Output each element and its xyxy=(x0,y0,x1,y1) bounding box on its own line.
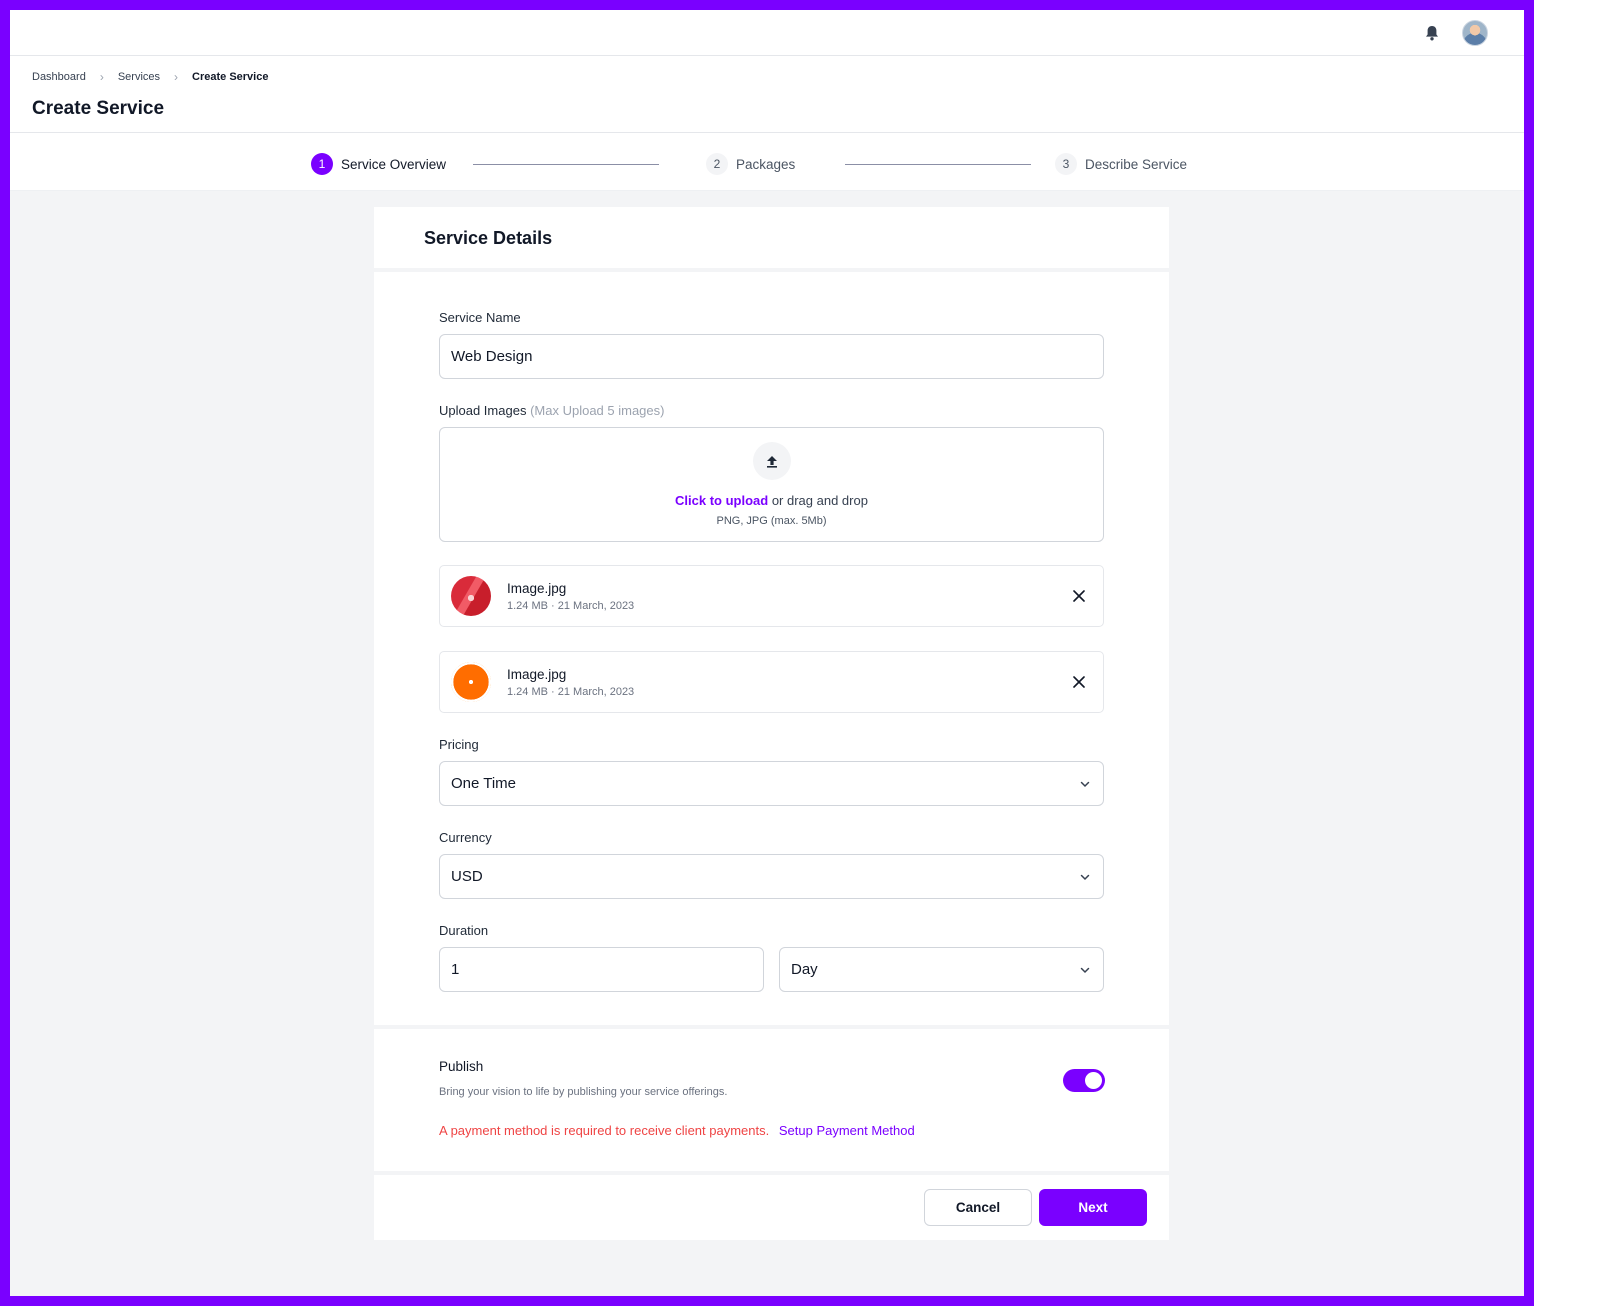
duration-amount-input[interactable]: 1 xyxy=(439,947,764,992)
page-title: Create Service xyxy=(32,98,165,119)
section-title: Service Details xyxy=(424,228,553,248)
user-avatar[interactable] xyxy=(1462,19,1488,46)
uploaded-file-item: Image.jpg 1.24 MB · 21 March, 2023 xyxy=(439,565,1104,627)
service-name-input[interactable]: Web Design xyxy=(439,334,1104,379)
cancel-button[interactable]: Cancel xyxy=(924,1189,1032,1226)
setup-payment-link[interactable]: Setup Payment Method xyxy=(779,1123,915,1138)
pricing-select[interactable]: One Time xyxy=(439,761,1104,806)
upload-icon xyxy=(752,442,791,480)
service-name-value: Web Design xyxy=(451,348,533,365)
chevron-down-icon xyxy=(1080,874,1090,880)
app-window: Dashboard › Services › Create Service Cr… xyxy=(10,10,1524,1296)
service-name-label: Service Name xyxy=(439,310,521,325)
stepper: 1 Service Overview 2 Packages 3 Describe… xyxy=(10,133,1524,191)
breadcrumb-create-service: Create Service xyxy=(192,71,269,83)
duration-amount-value: 1 xyxy=(451,961,460,978)
step-number: 1 xyxy=(311,153,333,175)
breadcrumb-services[interactable]: Services xyxy=(118,71,160,83)
drag-drop-text: or drag and drop xyxy=(771,493,868,508)
step-connector xyxy=(473,164,659,165)
chevron-right-icon: › xyxy=(174,70,179,84)
upload-dropzone[interactable]: Click to upload or drag and drop PNG, JP… xyxy=(439,427,1104,542)
file-name: Image.jpg xyxy=(507,580,567,596)
file-thumbnail xyxy=(451,662,491,702)
step-connector xyxy=(845,164,1031,165)
pricing-value: One Time xyxy=(451,775,517,792)
toggle-knob xyxy=(1085,1072,1102,1089)
file-meta: 1.24 MB · 21 March, 2023 xyxy=(507,599,635,612)
currency-label: Currency xyxy=(439,830,492,845)
duration-label: Duration xyxy=(439,923,489,938)
step-label: Describe Service xyxy=(1085,156,1188,172)
step-packages[interactable]: 2 Packages xyxy=(706,153,795,175)
file-meta: 1.24 MB · 21 March, 2023 xyxy=(507,685,635,698)
uploaded-file-item: Image.jpg 1.24 MB · 21 March, 2023 xyxy=(439,651,1104,713)
service-details-header: Service Details xyxy=(374,207,1169,268)
file-info: Image.jpg 1.24 MB · 21 March, 2023 xyxy=(507,667,634,698)
step-label: Packages xyxy=(736,156,796,172)
outer-frame: Dashboard › Services › Create Service Cr… xyxy=(0,0,1534,1306)
form-footer: Cancel Next xyxy=(374,1175,1169,1240)
breadcrumb-dashboard[interactable]: Dashboard xyxy=(32,71,86,83)
publish-toggle[interactable] xyxy=(1063,1069,1105,1092)
pricing-label: Pricing xyxy=(439,737,479,752)
file-thumbnail xyxy=(451,576,491,616)
publish-title: Publish xyxy=(439,1059,484,1074)
step-service-overview[interactable]: 1 Service Overview xyxy=(311,153,446,175)
publish-description: Bring your vision to life by publishing … xyxy=(439,1086,728,1098)
click-to-upload-link[interactable]: Click to upload xyxy=(675,493,768,508)
chevron-down-icon xyxy=(1080,781,1090,787)
publish-section: Publish Bring your vision to life by pub… xyxy=(374,1029,1169,1171)
next-button[interactable]: Next xyxy=(1039,1189,1147,1226)
payment-warning: A payment method is required to receive … xyxy=(439,1123,915,1138)
close-icon[interactable] xyxy=(1069,586,1089,606)
duration-unit-value: Day xyxy=(791,961,818,978)
bell-icon[interactable] xyxy=(1422,23,1442,43)
page-header: Dashboard › Services › Create Service Cr… xyxy=(10,56,1524,133)
upload-instructions: Click to upload or drag and drop xyxy=(440,493,1103,508)
step-number: 2 xyxy=(706,153,728,175)
step-describe-service[interactable]: 3 Describe Service xyxy=(1055,153,1187,175)
step-label: Service Overview xyxy=(341,156,447,172)
top-bar xyxy=(10,10,1524,56)
duration-unit-select[interactable]: Day xyxy=(779,947,1104,992)
upload-hint: (Max Upload 5 images) xyxy=(530,403,665,418)
payment-warning-text: A payment method is required to receive … xyxy=(439,1123,770,1138)
upload-label-text: Upload Images xyxy=(439,403,527,418)
upload-images-label: Upload Images (Max Upload 5 images) xyxy=(439,403,664,418)
file-name: Image.jpg xyxy=(507,666,567,682)
close-icon[interactable] xyxy=(1069,672,1089,692)
file-info: Image.jpg 1.24 MB · 21 March, 2023 xyxy=(507,581,634,612)
service-details-form: Service Name Web Design Upload Images (M… xyxy=(374,272,1169,1025)
upload-formats: PNG, JPG (max. 5Mb) xyxy=(716,515,827,527)
chevron-down-icon xyxy=(1080,967,1090,973)
currency-value: USD xyxy=(451,868,483,885)
chevron-right-icon: › xyxy=(99,70,104,84)
breadcrumb: Dashboard › Services › Create Service xyxy=(32,70,1524,84)
step-number: 3 xyxy=(1055,153,1077,175)
currency-select[interactable]: USD xyxy=(439,854,1104,899)
